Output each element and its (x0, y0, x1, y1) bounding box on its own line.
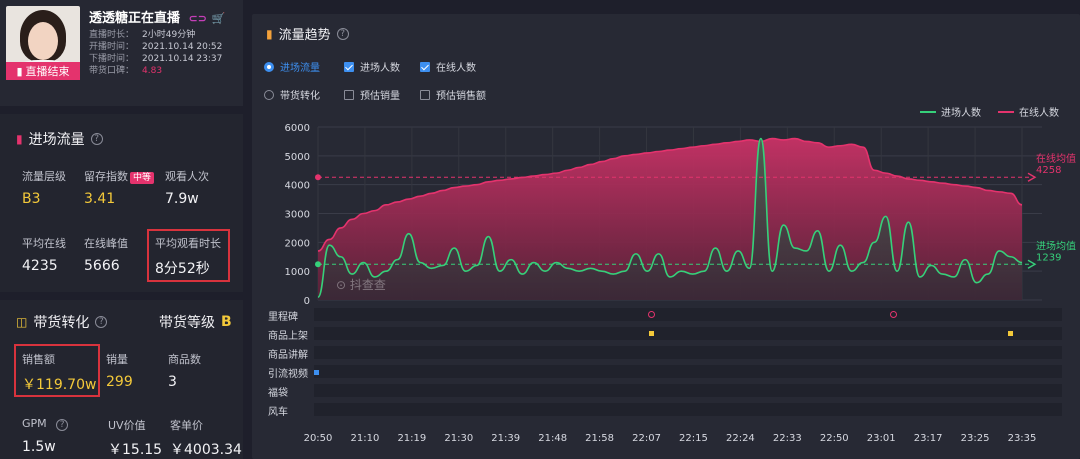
x-tick-label: 21:39 (491, 433, 521, 444)
x-tick-label: 23:01 (866, 433, 896, 444)
track-traffic-video (314, 365, 1062, 378)
bar-chart-icon: ▮ (16, 132, 23, 146)
x-tick-label: 23:17 (913, 433, 943, 444)
reference-arrow (1027, 172, 1037, 182)
link-icon: ⊂⊃ (188, 12, 207, 25)
volume-value: 299 (106, 374, 133, 390)
flow-level-label: 流量层级 (22, 170, 66, 183)
reference-arrow (1027, 259, 1037, 269)
milestone-marker[interactable] (890, 311, 897, 318)
price-label: 客单价 (170, 419, 203, 432)
streamer-name[interactable]: 透透糖正在直播 ⊂⊃ 🛒 (89, 7, 225, 26)
uv-label: UV价值 (108, 419, 146, 432)
divider (0, 292, 243, 300)
track-milestone (314, 308, 1062, 321)
trend-panel: ▮ 流量趋势 ? 进场流量 进场人数 在线人数 带货转化 预估销量 预估销售额 … (252, 14, 1080, 459)
cart-icon: 🛒 (211, 12, 226, 25)
x-tick-label: 21:10 (350, 433, 380, 444)
track-windmill (314, 403, 1062, 416)
reference-label: 在线均值 (1036, 152, 1076, 165)
reference-value: 4258 (1036, 165, 1061, 176)
track-product-explain (314, 346, 1062, 359)
bar-chart-icon: ▮ (16, 64, 23, 78)
help-icon[interactable]: ? (90, 133, 103, 145)
x-tick-label: 22:15 (679, 433, 708, 444)
track-label: 里程碑 (268, 312, 298, 323)
y-tick-label: 6000 (285, 123, 310, 134)
reputation: 带货口碑： 4.83 (89, 66, 163, 76)
volume-label: 销量 (106, 353, 128, 366)
track-label: 风车 (268, 407, 288, 418)
divider (0, 106, 243, 114)
price-value: ￥4003.34 (170, 442, 242, 458)
gpm-value: 1.5w (22, 439, 56, 455)
avg-online-value: 4235 (22, 258, 58, 274)
track-lucky-bag (314, 384, 1062, 397)
avg-watch-label: 平均观看时长 (155, 237, 221, 250)
x-tick-label: 22:50 (819, 433, 849, 444)
retention-value: 3.41 (84, 191, 116, 207)
help-icon[interactable]: ? (56, 419, 69, 431)
x-tick-label: 23:35 (1007, 433, 1037, 444)
reference-dot (315, 261, 321, 268)
products-label: 商品数 (168, 353, 201, 366)
x-tick-label: 22:33 (772, 433, 802, 444)
uv-value: ￥15.15 (108, 442, 163, 458)
y-tick-label: 0 (304, 296, 310, 307)
track-label: 商品上架 (268, 331, 308, 342)
conversion-section-title: ◫ 带货转化 ? (16, 312, 108, 332)
retention-tag: 中等 (130, 172, 155, 184)
views-value: 7.9w (165, 191, 199, 207)
product-marker[interactable] (1008, 331, 1013, 336)
y-tick-label: 2000 (285, 238, 310, 249)
y-tick-label: 4000 (285, 181, 310, 192)
watermark: ⊙ 抖查查 (336, 278, 386, 292)
track-label: 引流视频 (268, 369, 308, 380)
reference-label: 进场均值 (1036, 239, 1076, 252)
x-tick-label: 21:19 (397, 433, 427, 444)
y-tick-label: 1000 (285, 267, 310, 278)
track-label: 商品讲解 (268, 350, 308, 361)
views-label: 观看人次 (165, 170, 209, 183)
shopping-bag-icon: ◫ (16, 315, 28, 329)
x-tick-label: 22:07 (632, 433, 661, 444)
milestone-marker[interactable] (648, 311, 655, 318)
flow-level-value: B3 (22, 191, 41, 207)
track-label: 福袋 (268, 388, 288, 399)
avg-watch-value: 8分52秒 (155, 261, 210, 277)
peak-label: 在线峰值 (84, 237, 128, 250)
avatar-face (28, 22, 58, 60)
x-tick-label: 22:24 (725, 433, 755, 444)
retention-label: 留存指数 中等 (84, 168, 155, 184)
x-tick-label: 21:30 (444, 433, 474, 444)
x-tick-label: 23:25 (960, 433, 990, 444)
live-status-badge: ▮ 直播结束 (6, 62, 80, 80)
avg-online-label: 平均在线 (22, 237, 66, 250)
product-marker[interactable] (649, 331, 654, 336)
x-tick-label: 21:48 (538, 433, 568, 444)
streamer-header: ▮ 直播结束 透透糖正在直播 ⊂⊃ 🛒 直播时长： 2小时49分钟 开播时间： 20… (0, 0, 243, 110)
x-tick-label: 21:58 (585, 433, 615, 444)
products-value: 3 (168, 374, 177, 390)
reference-dot (315, 174, 321, 181)
x-tick-label: 20:50 (303, 433, 333, 444)
sales-label: 销售额 (22, 353, 55, 366)
grade: 带货等级 B (159, 314, 232, 331)
video-marker[interactable] (314, 370, 319, 375)
gpm-label: GPM ? (22, 417, 69, 431)
track-product-listing (314, 327, 1062, 340)
sales-value: ￥119.70w (22, 377, 97, 393)
traffic-section-title: ▮ 进场流量 ? (16, 129, 103, 149)
y-tick-label: 3000 (285, 210, 310, 221)
help-icon[interactable]: ? (95, 316, 108, 328)
reference-value: 1239 (1036, 252, 1061, 263)
left-panel: ▮ 直播结束 透透糖正在直播 ⊂⊃ 🛒 直播时长： 2小时49分钟 开播时间： 20… (0, 0, 243, 459)
grade-value: B (221, 314, 232, 330)
peak-value: 5666 (84, 258, 120, 274)
y-tick-label: 5000 (285, 152, 310, 163)
